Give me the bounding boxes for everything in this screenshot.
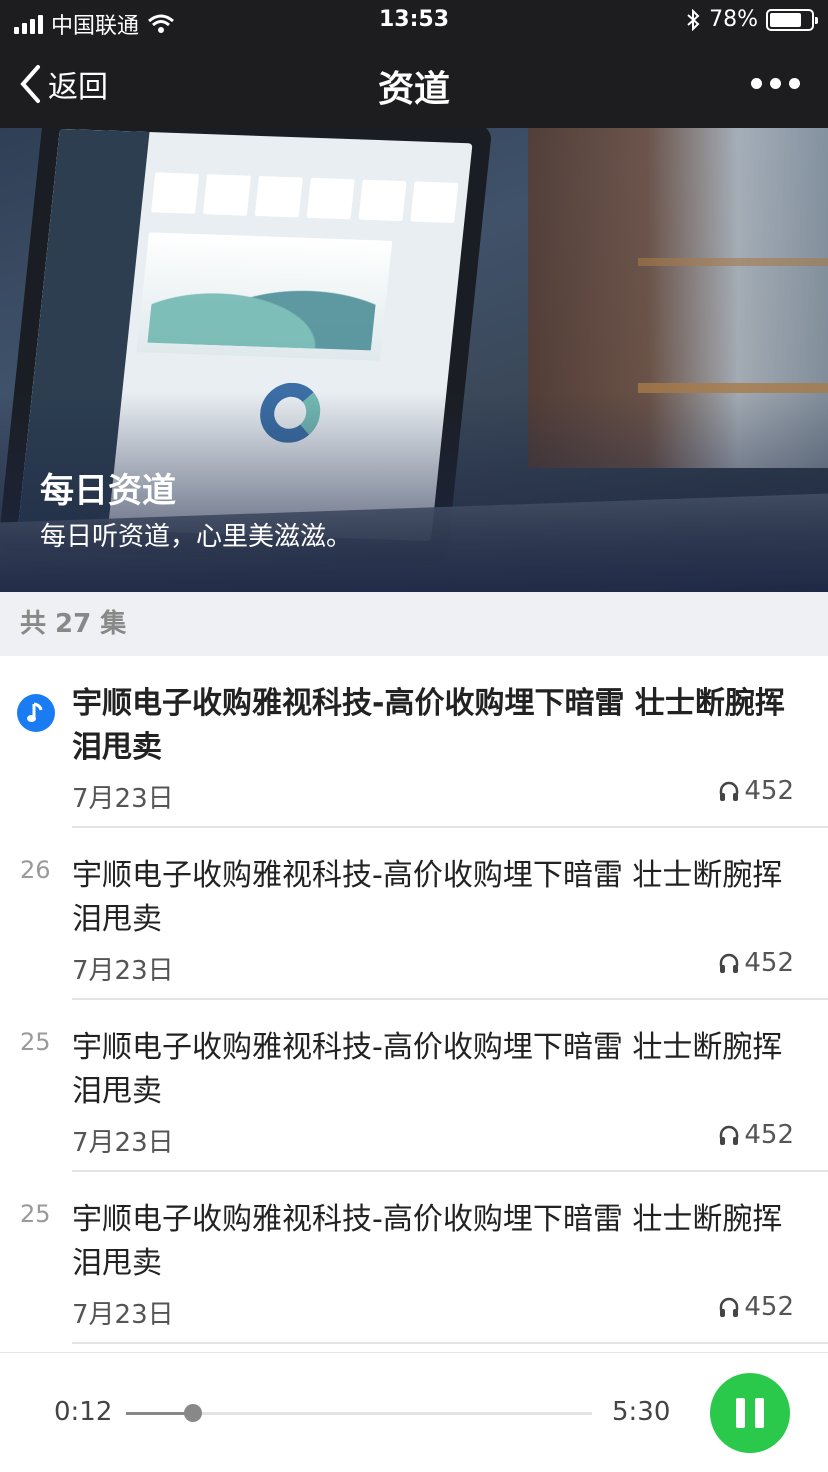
- episode-plays: 452: [718, 1292, 794, 1322]
- episode-title: 宇顺电子收购雅视科技-高价收购埋下暗雷 壮士断腕挥泪甩卖: [72, 686, 785, 765]
- episode-item[interactable]: 25 宇顺电子收购雅视科技-高价收购埋下暗雷 壮士断腕挥泪甩卖 7月23日 45…: [0, 1000, 828, 1172]
- play-count: 452: [744, 776, 794, 806]
- hero-subtitle: 每日听资道，心里美滋滋。: [40, 522, 353, 552]
- headphones-icon: [720, 781, 739, 801]
- play-count: 452: [744, 1292, 794, 1322]
- music-note-icon: [17, 694, 55, 732]
- episode-list: 宇顺电子收购雅视科技-高价收购埋下暗雷 壮士断腕挥泪甩卖 7月23日 452 2…: [0, 656, 828, 1344]
- more-options-icon[interactable]: [751, 78, 800, 89]
- progress-fill: [126, 1412, 193, 1415]
- page-title: 资道: [377, 69, 450, 110]
- episode-count: 共 27 集: [0, 592, 828, 656]
- episode-item[interactable]: 宇顺电子收购雅视科技-高价收购埋下暗雷 壮士断腕挥泪甩卖 7月23日 452: [0, 656, 828, 828]
- episode-plays: 452: [718, 948, 794, 978]
- episode-date: 7月23日: [72, 956, 174, 986]
- divider: [72, 1342, 828, 1344]
- episode-number: 25: [20, 1028, 51, 1056]
- episode-date: 7月23日: [72, 1128, 174, 1158]
- total-time: 5:30: [612, 1397, 671, 1427]
- play-count: 452: [744, 1120, 794, 1150]
- hero-title: 每日资道: [40, 471, 176, 511]
- progress-slider[interactable]: [126, 1404, 592, 1422]
- play-count: 452: [744, 948, 794, 978]
- status-right: 78%: [685, 7, 818, 32]
- episode-number: 25: [20, 1200, 51, 1228]
- headphones-icon: [720, 1297, 739, 1317]
- bluetooth-icon: [687, 8, 700, 31]
- pause-icon-bar: [755, 1398, 764, 1428]
- episode-title: 宇顺电子收购雅视科技-高价收购埋下暗雷 壮士断腕挥泪甩卖: [72, 858, 783, 937]
- episode-title: 宇顺电子收购雅视科技-高价收购埋下暗雷 壮士断腕挥泪甩卖: [72, 1030, 783, 1109]
- pause-button[interactable]: [710, 1373, 790, 1453]
- audio-player: 0:12 5:30: [0, 1352, 828, 1472]
- headphones-icon: [720, 953, 739, 973]
- battery-percent: 78%: [709, 7, 758, 32]
- status-bar: 中国联通 13:53 78%: [0, 0, 828, 40]
- dashboard-chart: [136, 232, 393, 361]
- episode-number: 26: [20, 856, 51, 884]
- episode-title: 宇顺电子收购雅视科技-高价收购埋下暗雷 壮士断腕挥泪甩卖: [72, 1202, 783, 1281]
- navigation-bar: 返回 资道: [0, 40, 828, 128]
- headphones-icon: [720, 1125, 739, 1145]
- current-time: 0:12: [54, 1397, 113, 1427]
- battery-icon: [766, 8, 818, 31]
- hero-shelf-top: [638, 258, 828, 266]
- episode-date: 7月23日: [72, 1300, 174, 1330]
- episode-date: 7月23日: [72, 784, 174, 814]
- battery-fill: [770, 12, 802, 27]
- episode-plays: 452: [718, 776, 794, 806]
- pause-icon: [736, 1398, 745, 1428]
- dashboard-stats: [151, 172, 459, 223]
- progress-knob[interactable]: [183, 1404, 202, 1422]
- episode-plays: 452: [718, 1120, 794, 1150]
- hero-banner: 每日资道 每日听资道，心里美滋滋。: [0, 128, 828, 592]
- episode-item[interactable]: 26 宇顺电子收购雅视科技-高价收购埋下暗雷 壮士断腕挥泪甩卖 7月23日 45…: [0, 828, 828, 1000]
- episode-item[interactable]: 25 宇顺电子收购雅视科技-高价收购埋下暗雷 壮士断腕挥泪甩卖 7月23日 45…: [0, 1172, 828, 1344]
